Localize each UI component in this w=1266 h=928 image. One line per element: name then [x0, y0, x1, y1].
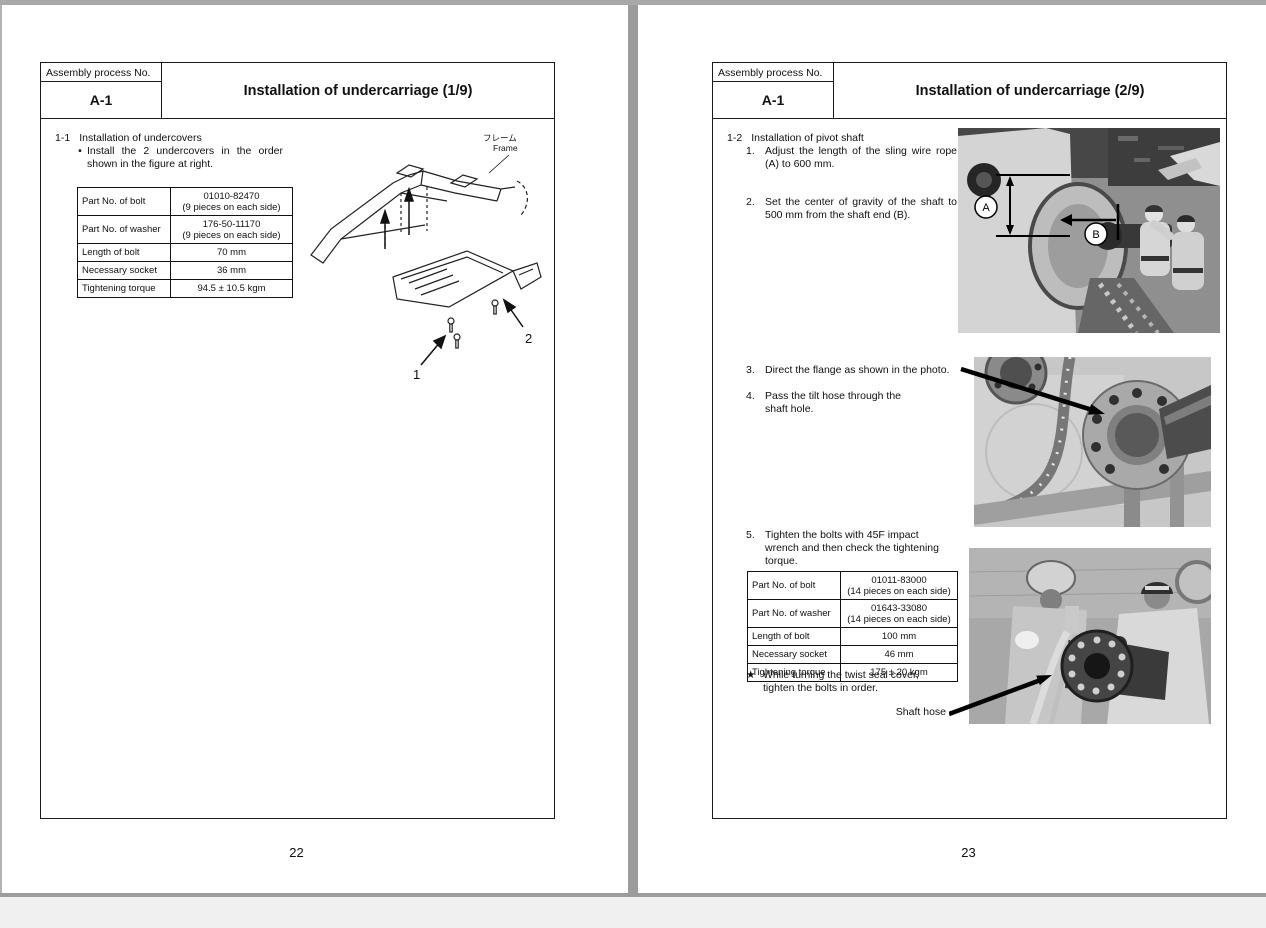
figure-callout-2: 2 — [525, 331, 532, 346]
step-3: 3. Direct the flange as shown in the pho… — [746, 364, 965, 377]
table-cell-label: Part No. of washer — [77, 215, 171, 244]
table-cell-value: 100 mm — [840, 627, 958, 646]
step-text: Direct the flange as shown in the photo. — [765, 364, 950, 376]
value-line2: (14 pieces on each side) — [847, 613, 951, 625]
section-title: Installation of pivot shaft — [751, 132, 864, 144]
figure-callout-1: 1 — [413, 367, 420, 382]
table-cell-label: Length of bolt — [77, 243, 171, 262]
page-title: Installation of undercarriage (1/9) — [243, 82, 473, 99]
step-text: Set the center of gravity of the shaft t… — [765, 196, 957, 221]
assembly-process-number: A-1 — [761, 92, 785, 108]
table-cell-label: Part No. of bolt — [747, 571, 841, 600]
section-number: 1-1 — [55, 132, 71, 144]
bolt-spec-table: Part No. of bolt 01011-83000 (14 pieces … — [747, 571, 958, 682]
assembly-process-label: Assembly process No. — [41, 63, 161, 82]
step-text: Tighten the bolts with 45F impact wrench… — [765, 529, 939, 567]
label-a: A — [982, 202, 990, 214]
section-heading: 1-1 Installation of undercovers — [55, 132, 202, 144]
table-cell-value: 01643-33080 (14 pieces on each side) — [840, 599, 958, 628]
value-line1: 176-50-11170 — [202, 218, 261, 230]
instruction-text: Install the 2 undercovers in the order s… — [87, 145, 283, 170]
right-page-frame: Assembly process No. A-1 Installation of… — [712, 62, 1227, 819]
table-cell-value: 94.5 ± 10.5 kgm — [170, 279, 293, 298]
step-1: 1. Adjust the length of the sling wire r… — [746, 145, 957, 171]
table-cell-label: Part No. of bolt — [77, 187, 171, 216]
section-title: Installation of undercovers — [79, 132, 202, 144]
table-row: Length of bolt 100 mm — [747, 627, 958, 646]
step-number: 2. — [746, 196, 755, 208]
value-line1: 01010-82470 — [203, 190, 260, 202]
figure-label-jp: フレーム — [483, 133, 517, 143]
step-number: 4. — [746, 390, 755, 402]
table-cell-label: Part No. of washer — [747, 599, 841, 628]
assembly-process-number: A-1 — [89, 92, 113, 108]
assembly-process-cell: Assembly process No. A-1 — [41, 63, 162, 118]
photo-pivot-shaft-slinging: A B — [958, 128, 1220, 333]
note-text: While turning the twist seal cover, tigh… — [763, 669, 919, 694]
table-cell-label: Necessary socket — [747, 645, 841, 664]
left-page-frame: Assembly process No. A-1 Installation of… — [40, 62, 555, 819]
page-title: Installation of undercarriage (2/9) — [915, 82, 1145, 99]
table-row: Necessary socket 46 mm — [747, 645, 958, 664]
right-page-panel: Assembly process No. A-1 Installation of… — [638, 5, 1266, 893]
value-line2: (9 pieces on each side) — [182, 201, 281, 213]
table-row: Part No. of bolt 01011-83000 (14 pieces … — [747, 571, 958, 600]
step-number: 1. — [746, 145, 755, 157]
table-cell-label: Tightening torque — [77, 279, 171, 298]
bolt-spec-table: Part No. of bolt 01010-82470 (9 pieces o… — [77, 187, 293, 298]
table-cell-label: Necessary socket — [77, 261, 171, 280]
step-2: 2. Set the center of gravity of the shaf… — [746, 196, 957, 222]
table-row: Part No. of washer 01643-33080 (14 piece… — [747, 599, 958, 628]
photo-flange-direction — [974, 357, 1211, 527]
photo-bolt-tightening — [969, 548, 1211, 724]
shaft-hose-label: Shaft hose — [895, 706, 946, 718]
bullet-icon: • — [78, 145, 82, 157]
section-number: 1-2 — [727, 132, 743, 144]
table-cell-value: 01010-82470 (9 pieces on each side) — [170, 187, 293, 216]
table-row: Part No. of washer 176-50-11170 (9 piece… — [77, 215, 293, 244]
assembly-process-label: Assembly process No. — [713, 63, 833, 82]
instruction-bullet: • Install the 2 undercovers in the order… — [73, 145, 283, 171]
label-b: B — [1092, 229, 1099, 241]
section-heading: 1-2 Installation of pivot shaft — [727, 132, 864, 144]
star-note: ★ While turning the twist seal cover, ti… — [746, 669, 951, 695]
step-text: Pass the tilt hose through the shaft hol… — [765, 390, 902, 415]
table-row: Necessary socket 36 mm — [77, 261, 293, 280]
table-cell-value: 36 mm — [170, 261, 293, 280]
table-cell-value: 70 mm — [170, 243, 293, 262]
value-line1: 01643-33080 — [871, 602, 927, 614]
left-page-panel: Assembly process No. A-1 Installation of… — [2, 5, 628, 893]
viewer-toolbar: 27 / 137 — [0, 897, 1266, 928]
undercover-figure-drawing: フレーム Frame 1 2 — [310, 133, 542, 382]
table-cell-value: 176-50-11170 (9 pieces on each side) — [170, 215, 293, 244]
pdf-viewer-window: Assembly process No. A-1 Installation of… — [0, 0, 1266, 928]
value-line2: (9 pieces on each side) — [182, 229, 281, 241]
table-cell-value: 01011-83000 (14 pieces on each side) — [840, 571, 958, 600]
page-gap-divider — [628, 5, 638, 893]
table-cell-value: 46 mm — [840, 645, 958, 664]
left-page-header: Assembly process No. A-1 Installation of… — [41, 63, 554, 119]
step-4: 4. Pass the tilt hose through the shaft … — [746, 390, 925, 416]
figure-label-en: Frame — [493, 143, 518, 153]
step-number: 5. — [746, 529, 755, 541]
page-number-right: 23 — [961, 845, 976, 860]
value-line1: 01011-83000 — [871, 574, 927, 586]
page-number-left: 22 — [289, 845, 304, 860]
step-number: 3. — [746, 364, 755, 376]
step-5: 5. Tighten the bolts with 45F impact wre… — [746, 529, 943, 568]
right-page-header: Assembly process No. A-1 Installation of… — [713, 63, 1226, 119]
table-row: Length of bolt 70 mm — [77, 243, 293, 262]
bolt-glyphs — [447, 299, 499, 349]
star-icon: ★ — [746, 669, 756, 681]
step-text: Adjust the length of the sling wire rope… — [765, 145, 957, 170]
table-cell-label: Length of bolt — [747, 627, 841, 646]
table-row: Tightening torque 94.5 ± 10.5 kgm — [77, 279, 293, 298]
assembly-process-cell: Assembly process No. A-1 — [713, 63, 834, 118]
table-row: Part No. of bolt 01010-82470 (9 pieces o… — [77, 187, 293, 216]
value-line2: (14 pieces on each side) — [847, 585, 951, 597]
